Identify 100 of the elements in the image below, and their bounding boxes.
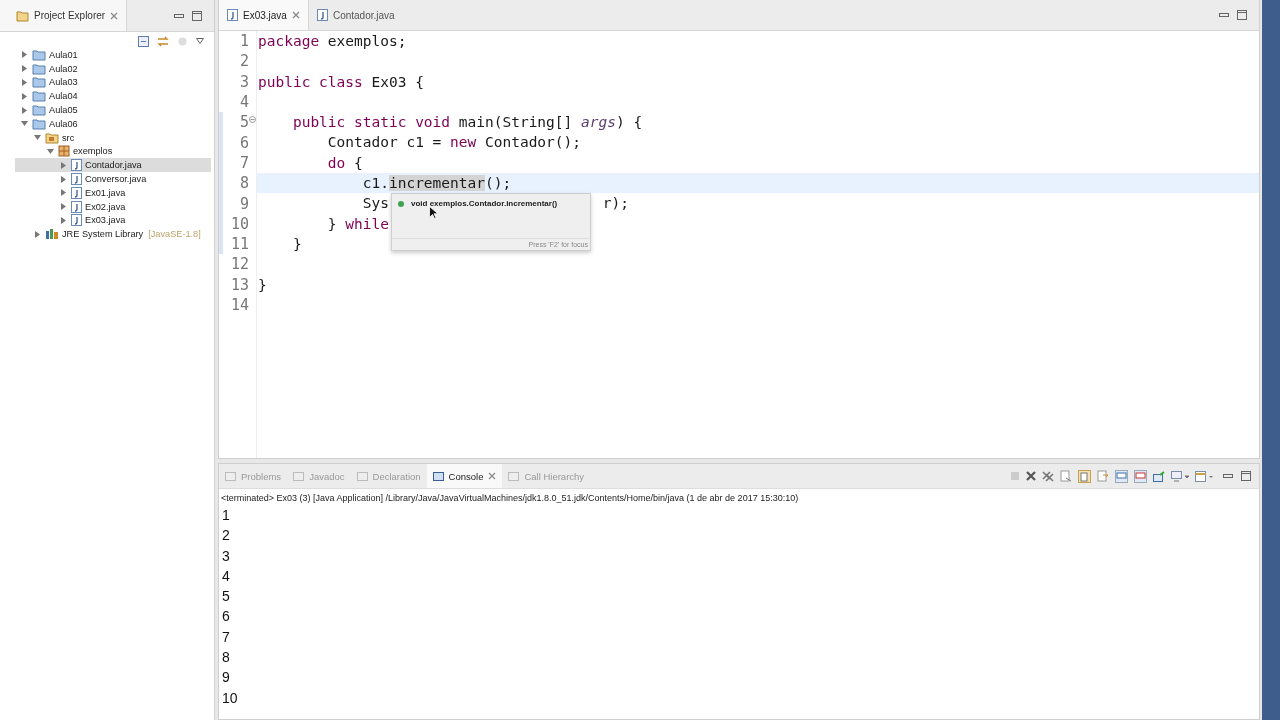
- monitor-dropdown-icon[interactable]: [1171, 470, 1189, 482]
- new-console-dropdown-icon[interactable]: [1195, 470, 1213, 482]
- line-number: 1: [239, 32, 249, 51]
- console-output-line: 5: [222, 587, 231, 607]
- package-icon: [58, 145, 70, 158]
- console-output-line: 8: [222, 648, 231, 668]
- minimize-icon[interactable]: [1219, 12, 1229, 18]
- line-number: 11: [230, 235, 249, 254]
- tree-item[interactable]: JRE System Library [JavaSE-1.8]: [0, 227, 214, 242]
- remove-icon[interactable]: [1026, 471, 1036, 481]
- close-icon[interactable]: [488, 472, 497, 480]
- tab-label: Contador.java: [332, 9, 395, 21]
- minimize-icon[interactable]: [1223, 473, 1233, 479]
- code-line: Contador c1 = new Contador();: [326, 133, 582, 153]
- tree-item[interactable]: Aula01: [0, 48, 214, 62]
- output-console-icon[interactable]: [1115, 469, 1128, 483]
- console-output-line: 10: [222, 688, 239, 708]
- tab-label: Javadoc: [309, 470, 345, 482]
- code-line: }: [291, 234, 302, 254]
- folder-icon: [32, 104, 46, 117]
- editor-tab[interactable]: Contador.java: [308, 0, 403, 30]
- code-line: public static void main(String[] args) {: [291, 113, 643, 133]
- code-line: do {: [326, 153, 363, 173]
- line-number: 9: [239, 194, 249, 213]
- tree-item[interactable]: Aula05: [0, 103, 214, 117]
- tab-label: Declaration: [372, 470, 421, 482]
- minimize-icon[interactable]: [174, 12, 184, 19]
- folder-icon: [32, 76, 46, 89]
- error-console-icon[interactable]: [1134, 469, 1147, 483]
- java-file-icon: [71, 159, 82, 172]
- package-folder-icon: [45, 131, 59, 144]
- tab-label: Ex03.java: [243, 9, 287, 21]
- line-number: 10: [230, 214, 249, 233]
- word-wrap-icon[interactable]: [1097, 470, 1109, 482]
- java-file-icon: [71, 173, 82, 186]
- scroll-lock-icon[interactable]: [1078, 469, 1091, 483]
- tree-item[interactable]: Conversor.java: [0, 172, 214, 186]
- remove-all-icon[interactable]: [1042, 470, 1054, 482]
- console-output-line: 1: [222, 506, 231, 525]
- fold-icon[interactable]: [249, 116, 256, 124]
- code-line: Sys: [361, 194, 389, 214]
- folder-icon: [32, 62, 46, 75]
- tab-title: Project Explorer: [34, 10, 106, 21]
- close-icon[interactable]: [291, 11, 300, 19]
- mouse-cursor-icon: [429, 206, 438, 219]
- java-file-icon: [71, 214, 82, 227]
- line-number: 6: [239, 133, 249, 152]
- tree-item[interactable]: Ex03.java: [0, 213, 214, 228]
- version-label: [JavaSE-1.8]: [148, 229, 201, 240]
- tree-item[interactable]: Aula06: [0, 117, 214, 131]
- tab-label: Call Hierarchy: [524, 470, 585, 482]
- tab-label: Problems: [241, 470, 282, 482]
- line-number: 7: [239, 153, 249, 172]
- tree-item[interactable]: exemplos: [0, 144, 214, 159]
- tree-item[interactable]: Aula04: [0, 89, 214, 104]
- line-number: 8: [239, 174, 249, 193]
- code-line: public class Ex03 {: [258, 72, 424, 92]
- view-tab[interactable]: Project Explorer: [0, 0, 128, 31]
- tree-item[interactable]: Aula03: [0, 75, 214, 90]
- console-output-line: 3: [222, 546, 231, 566]
- view-menu-icon[interactable]: [196, 38, 204, 44]
- tree-item[interactable]: src: [0, 130, 214, 145]
- folder-icon: [32, 117, 46, 130]
- view-icon: [356, 470, 368, 482]
- view-icon: [225, 470, 236, 482]
- link-arrows-icon[interactable]: [157, 35, 169, 47]
- maximize-icon[interactable]: [192, 10, 202, 21]
- clear-console-icon[interactable]: [1060, 470, 1072, 482]
- view-icon: [508, 470, 520, 482]
- line-number: 5: [239, 113, 249, 132]
- folder-icon: [32, 48, 46, 61]
- pin-icon[interactable]: [1153, 470, 1165, 482]
- console-output-line: 6: [222, 607, 231, 627]
- code-fragment: r);: [602, 194, 630, 214]
- folder-icon: [16, 9, 29, 22]
- maximize-icon[interactable]: [1237, 10, 1247, 20]
- line-number: 4: [239, 93, 249, 112]
- close-icon[interactable]: [110, 11, 119, 20]
- console-output-line: 9: [222, 668, 231, 688]
- collapsed-arrow-icon[interactable]: [34, 230, 41, 238]
- line-number: 13: [230, 275, 249, 294]
- java-file-icon: [227, 9, 238, 21]
- code-line: } while: [326, 214, 389, 234]
- line-number: 14: [230, 296, 249, 314]
- console-status: <terminated> Ex03 (3) [Java Application] /Library/Java/JavaVirtualMachines/jdk1.8.0_51.jdk/Contents/Home/bin/java (1 de abr de 2017 15:30:10): [220, 492, 800, 505]
- line-number: 2: [239, 52, 249, 71]
- console-output-line: 2: [222, 526, 231, 546]
- tree-item[interactable]: Aula02: [0, 61, 214, 76]
- code-line: }: [258, 275, 267, 295]
- collapse-all-icon[interactable]: [138, 35, 149, 47]
- editor-tab[interactable]: Ex03.java: [219, 0, 309, 30]
- tree-item[interactable]: Ex01.java: [0, 185, 214, 200]
- tree-item[interactable]: Ex02.java: [0, 199, 214, 214]
- code-line: package exemplos;: [258, 32, 407, 51]
- line-number: 3: [239, 72, 249, 91]
- maximize-icon[interactable]: [1241, 471, 1251, 481]
- view-tab[interactable]: Console: [426, 464, 503, 488]
- java-file-icon: [71, 186, 82, 199]
- tree-item[interactable]: Contador.java: [15, 158, 211, 173]
- console-output-line: 7: [222, 627, 231, 647]
